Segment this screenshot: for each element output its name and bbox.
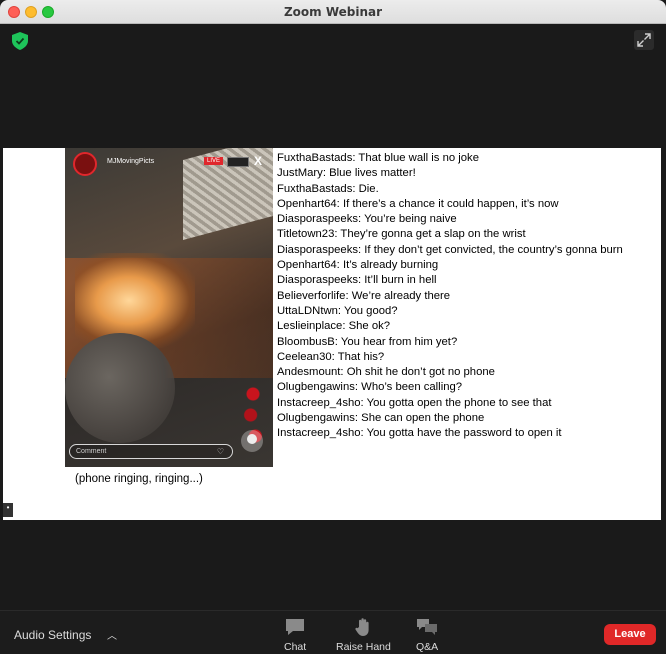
chat-line: FuxthaBastads: Die. bbox=[277, 182, 379, 195]
leave-button[interactable]: Leave bbox=[604, 624, 656, 645]
heart-icon: ♡ bbox=[216, 447, 224, 456]
chat-line: Ceelean30: That his? bbox=[277, 350, 385, 363]
qa-icon bbox=[417, 619, 438, 635]
raise-hand-label: Raise Hand bbox=[336, 641, 391, 653]
chat-line: Olugbengawins: Who’s been calling? bbox=[277, 381, 463, 394]
chat-line: Openhart64: It’s already burning bbox=[277, 259, 439, 272]
video-close-button: X bbox=[254, 154, 263, 168]
viewer-count-badge bbox=[227, 157, 249, 167]
comment-field: Comment ♡ bbox=[69, 444, 233, 459]
video-username: MJMovingPicts bbox=[107, 158, 155, 165]
video-shadow bbox=[65, 333, 175, 443]
chat-line: Diasporaspeeks: It’ll burn in hell bbox=[277, 274, 437, 287]
chat-line: Titletown23: They’re gonna get a slap on… bbox=[277, 228, 526, 241]
audio-settings-button[interactable]: Audio Settings bbox=[14, 628, 91, 642]
chat-line: Leslieinplace: She ok? bbox=[277, 320, 391, 333]
chat-line: Instacreep_4sho: You gotta open the phon… bbox=[277, 396, 552, 409]
chevron-up-icon[interactable]: ︿ bbox=[107, 627, 117, 642]
transcript-lines: FuxthaBastads: That blue wall is no joke… bbox=[277, 151, 657, 442]
lamp-glow bbox=[75, 253, 195, 348]
hand-icon bbox=[355, 618, 370, 636]
chat-line: Instacreep_4sho: You gotta have the pass… bbox=[277, 427, 562, 440]
chat-icon bbox=[286, 619, 305, 635]
title-bar: Zoom Webinar bbox=[0, 0, 666, 24]
chat-line: BloombusB: You hear from him yet? bbox=[277, 335, 458, 348]
shield-icon[interactable] bbox=[12, 32, 28, 50]
meeting-stage: MJMovingPicts LIVE X Comment ♡ FuxthaBas… bbox=[0, 24, 666, 610]
video-header: MJMovingPicts LIVE X bbox=[65, 148, 273, 182]
chat-line: Believerforlife: We’re already there bbox=[277, 289, 451, 302]
live-badge: LIVE bbox=[204, 157, 224, 165]
chat-line: Olugbengawins: She can open the phone bbox=[277, 412, 485, 425]
chat-line: JustMary: Blue lives matter! bbox=[277, 167, 416, 180]
shared-screen: MJMovingPicts LIVE X Comment ♡ FuxthaBas… bbox=[3, 148, 661, 520]
qa-button[interactable]: Q&A bbox=[416, 617, 438, 653]
chat-line: UttaLDNtwn: You good? bbox=[277, 304, 398, 317]
video-caption: (phone ringing, ringing...) bbox=[75, 473, 203, 485]
instagram-live-video: MJMovingPicts LIVE X Comment ♡ bbox=[65, 148, 273, 467]
chat-line: Andesmount: Oh shit he don’t got no phon… bbox=[277, 366, 495, 379]
fullscreen-icon[interactable] bbox=[634, 30, 654, 50]
comment-placeholder: Comment bbox=[76, 448, 107, 455]
qa-label: Q&A bbox=[416, 641, 439, 653]
profile-icon bbox=[241, 430, 263, 452]
chat-button[interactable]: Chat bbox=[284, 617, 306, 653]
chat-line: Openhart64: If there’s a chance it could… bbox=[277, 197, 559, 210]
meeting-toolbar: Audio Settings ︿ Chat Raise Hand Q&A Lea… bbox=[0, 610, 666, 654]
window-title: Zoom Webinar bbox=[283, 5, 383, 19]
raise-hand-button[interactable]: Raise Hand bbox=[336, 617, 391, 653]
chat-line: FuxthaBastads: That blue wall is no joke bbox=[277, 152, 479, 164]
share-options-button[interactable]: • bbox=[3, 503, 13, 517]
chat-line: Diasporaspeeks: If they don’t get convic… bbox=[277, 243, 623, 256]
chat-line: Diasporaspeeks: You’re being naive bbox=[277, 213, 457, 226]
chat-label: Chat bbox=[284, 641, 307, 653]
avatar bbox=[73, 152, 97, 176]
